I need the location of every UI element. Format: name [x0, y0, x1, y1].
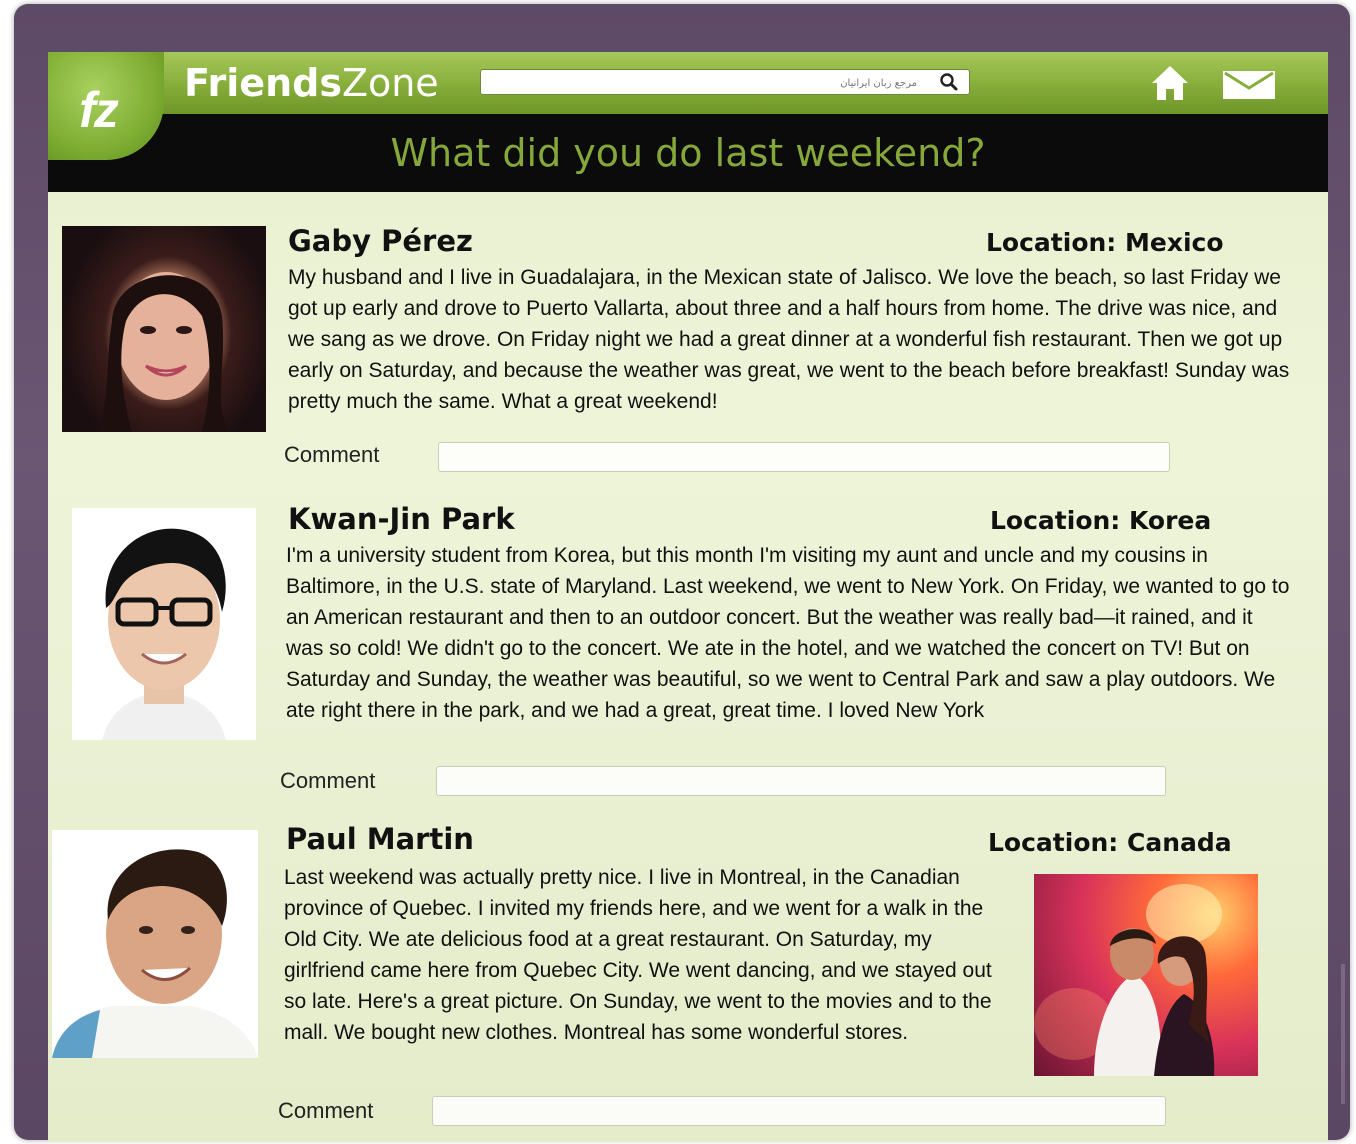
- post-location: Location: Canada: [988, 828, 1232, 857]
- post-photo-dancing[interactable]: [1034, 874, 1258, 1076]
- logo-text: fz: [79, 82, 119, 138]
- comment-field[interactable]: [436, 766, 1166, 796]
- avatar-kwan-jin: [72, 508, 256, 740]
- post-author-name[interactable]: Gaby Pérez: [288, 224, 473, 258]
- avatar-paul-art: [52, 849, 258, 1058]
- app-name: FriendsZone: [184, 60, 439, 106]
- post-author-name[interactable]: Paul Martin: [286, 822, 474, 856]
- avatar-kwan-jin-art: [102, 528, 226, 740]
- comment-label: Comment: [280, 768, 376, 793]
- post-author-name[interactable]: Kwan-Jin Park: [288, 502, 515, 536]
- avatar-gaby-art: [98, 272, 230, 432]
- app-name-bold: Friends: [184, 61, 342, 105]
- device-frame: fz FriendsZone What did you do last week…: [14, 4, 1350, 1142]
- avatar-gaby: [62, 226, 266, 432]
- comment-field[interactable]: [432, 1096, 1166, 1126]
- search-box: [480, 69, 970, 95]
- post-photo-art: [1034, 884, 1222, 1076]
- post-text: I'm a university student from Korea, but…: [286, 544, 1290, 722]
- home-icon[interactable]: [1150, 64, 1190, 102]
- comment-field[interactable]: [438, 442, 1170, 472]
- mail-icon[interactable]: [1222, 70, 1276, 100]
- post-location: Location: Mexico: [986, 228, 1224, 257]
- watermark-strip: [1341, 964, 1345, 1104]
- comment-label: Comment: [278, 1098, 374, 1123]
- avatar-paul: [52, 830, 258, 1058]
- search-input[interactable]: [495, 72, 919, 94]
- post-text: Last weekend was actually pretty nice. I…: [284, 866, 992, 1044]
- post-text: My husband and I live in Guadalajara, in…: [288, 266, 1290, 413]
- page-headline: What did you do last weekend?: [390, 131, 986, 175]
- app-name-light: Zone: [341, 61, 439, 105]
- app-screen: fz FriendsZone What did you do last week…: [48, 52, 1328, 1142]
- comment-label: Comment: [284, 442, 380, 467]
- post-location: Location: Korea: [990, 506, 1212, 535]
- search-icon[interactable]: [939, 72, 959, 92]
